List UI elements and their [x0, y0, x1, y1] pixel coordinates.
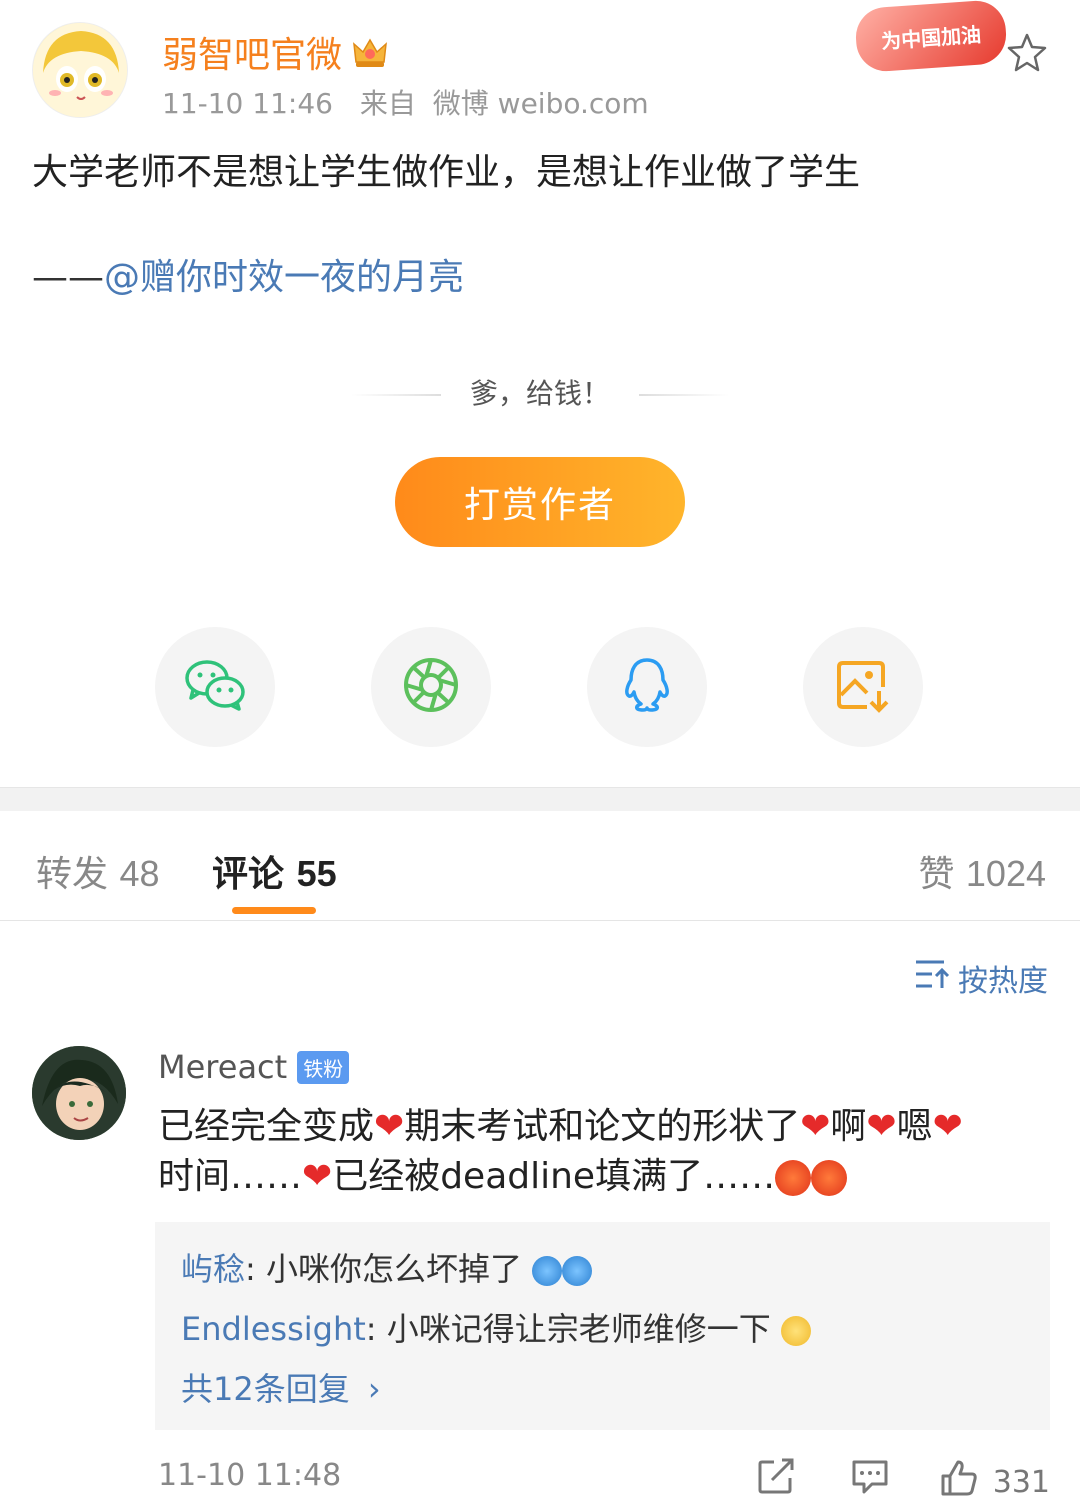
post-time: 11-10 11:46 — [162, 87, 333, 120]
commenter-avatar[interactable] — [32, 1046, 126, 1140]
comment-time: 11-10 11:48 — [158, 1458, 342, 1493]
comment-footer: 11-10 11:48 331 — [158, 1456, 1050, 1500]
tab-repost-count: 48 — [119, 853, 160, 894]
heart-icon: ❤ — [932, 1106, 963, 1147]
thumbs-up-icon — [939, 1458, 979, 1506]
post-source: 微博 weibo.com — [432, 87, 649, 120]
comment-segment-3: 啊 — [830, 1106, 867, 1147]
comment-segment-4: 嗯 — [896, 1106, 933, 1147]
doraemon-emoji-icon — [562, 1256, 593, 1286]
cheer-badge[interactable]: 为中国加油 — [853, 0, 1009, 74]
moments-icon — [402, 656, 460, 718]
tab-comment-count: 55 — [296, 853, 337, 894]
reply-item[interactable]: 屿稔: 小咪你怎么坏掉了 — [181, 1244, 593, 1290]
sort-button[interactable]: 按热度 — [914, 956, 1048, 1000]
heart-icon: ❤ — [800, 1106, 831, 1147]
reward-author-button[interactable]: 打赏作者 — [395, 457, 685, 547]
reward-tagline: 爹，给钱！ — [0, 372, 1080, 412]
share-row — [0, 627, 1080, 747]
sort-icon — [914, 958, 950, 998]
sort-label: 按热度 — [958, 964, 1048, 999]
reply-text: : 小咪记得让宗老师维修一下 — [365, 1310, 771, 1348]
quote-prefix: —— — [32, 257, 104, 298]
comment-segment-2: 期末考试和论文的形状了 — [404, 1106, 801, 1147]
reply-author[interactable]: Endlessight — [181, 1310, 366, 1348]
author-avatar[interactable] — [32, 22, 128, 118]
reply-comment-icon[interactable] — [850, 1456, 890, 1496]
post-header: 弱智吧官微 11-10 11:46 来自 微博 weibo.com 为中国加油 — [0, 0, 1080, 130]
like-button[interactable]: 331 — [939, 1458, 1050, 1506]
tab-repost[interactable]: 转发 48 — [36, 845, 160, 897]
heart-icon: ❤ — [374, 1106, 405, 1147]
commenter-name-text[interactable]: Mereact — [158, 1048, 287, 1086]
tab-like-label: 赞 — [918, 854, 955, 895]
save-image-button[interactable] — [803, 627, 923, 747]
reply-author[interactable]: 屿稔 — [181, 1250, 245, 1288]
commenter-name[interactable]: Mereact 铁粉 — [158, 1048, 350, 1086]
reply-text: : 小咪你怎么坏掉了 — [245, 1250, 522, 1288]
interaction-tabs: 转发 48 评论 55 赞 1024 — [0, 811, 1080, 921]
divider-line-left — [351, 394, 442, 396]
comment-segment-6: 已经被deadline填满了…… — [332, 1156, 776, 1197]
reward-tagline-text: 爹，给钱！ — [469, 377, 610, 410]
comment-segment-5: 时间…… — [158, 1156, 303, 1197]
post-quote: ——@赠你时效一夜的月亮 — [32, 248, 464, 300]
reply-preview-box[interactable]: 屿稔: 小咪你怎么坏掉了 Endlessight: 小咪记得让宗老师维修一下 共… — [155, 1222, 1050, 1430]
active-tab-indicator — [232, 907, 316, 914]
repost-icon[interactable] — [756, 1456, 796, 1496]
wechat-icon — [183, 658, 247, 716]
post-meta: 11-10 11:46 来自 微博 weibo.com — [162, 82, 667, 122]
comment-text: 已经完全变成❤期末考试和论文的形状了❤啊❤嗯❤ 时间……❤已经被deadline… — [158, 1102, 1048, 1202]
tab-comment-label: 评论 — [212, 854, 285, 895]
angry-emoji-icon — [775, 1160, 812, 1196]
more-replies-label: 共12条回复 — [181, 1370, 350, 1408]
share-moments-button[interactable] — [371, 627, 491, 747]
source-prefix: 来自 — [359, 87, 416, 120]
star-icon[interactable] — [1004, 30, 1050, 76]
mention-link[interactable]: @赠你时效一夜的月亮 — [104, 257, 464, 298]
heart-icon: ❤ — [866, 1106, 897, 1147]
save-image-icon — [835, 657, 891, 717]
heart-icon: ❤ — [302, 1156, 333, 1197]
share-wechat-button[interactable] — [155, 627, 275, 747]
section-separator — [0, 787, 1080, 811]
tab-like[interactable]: 赞 1024 — [918, 845, 1046, 897]
tab-like-count: 1024 — [965, 853, 1046, 894]
reply-item[interactable]: Endlessight: 小咪记得让宗老师维修一下 — [181, 1304, 811, 1350]
divider-line-right — [638, 394, 729, 396]
post-content: 大学老师不是想让学生做作业，是想让作业做了学生 — [32, 152, 861, 193]
qq-icon — [621, 656, 673, 718]
author-name[interactable]: 弱智吧官微 — [162, 26, 390, 78]
angry-emoji-icon — [811, 1160, 848, 1196]
fan-badge: 铁粉 — [297, 1050, 350, 1084]
view-more-replies[interactable]: 共12条回复 › — [181, 1364, 381, 1410]
share-qq-button[interactable] — [587, 627, 707, 747]
comment-like-count: 331 — [992, 1464, 1050, 1500]
doraemon-emoji-icon — [532, 1256, 563, 1286]
tab-repost-label: 转发 — [36, 854, 109, 895]
crying-emoji-icon — [780, 1316, 811, 1346]
tab-comment[interactable]: 评论 55 — [212, 845, 337, 897]
author-name-text[interactable]: 弱智吧官微 — [162, 26, 342, 78]
comment-segment-1: 已经完全变成 — [158, 1106, 375, 1147]
crown-icon — [350, 32, 390, 72]
chevron-right-icon: › — [367, 1370, 381, 1408]
